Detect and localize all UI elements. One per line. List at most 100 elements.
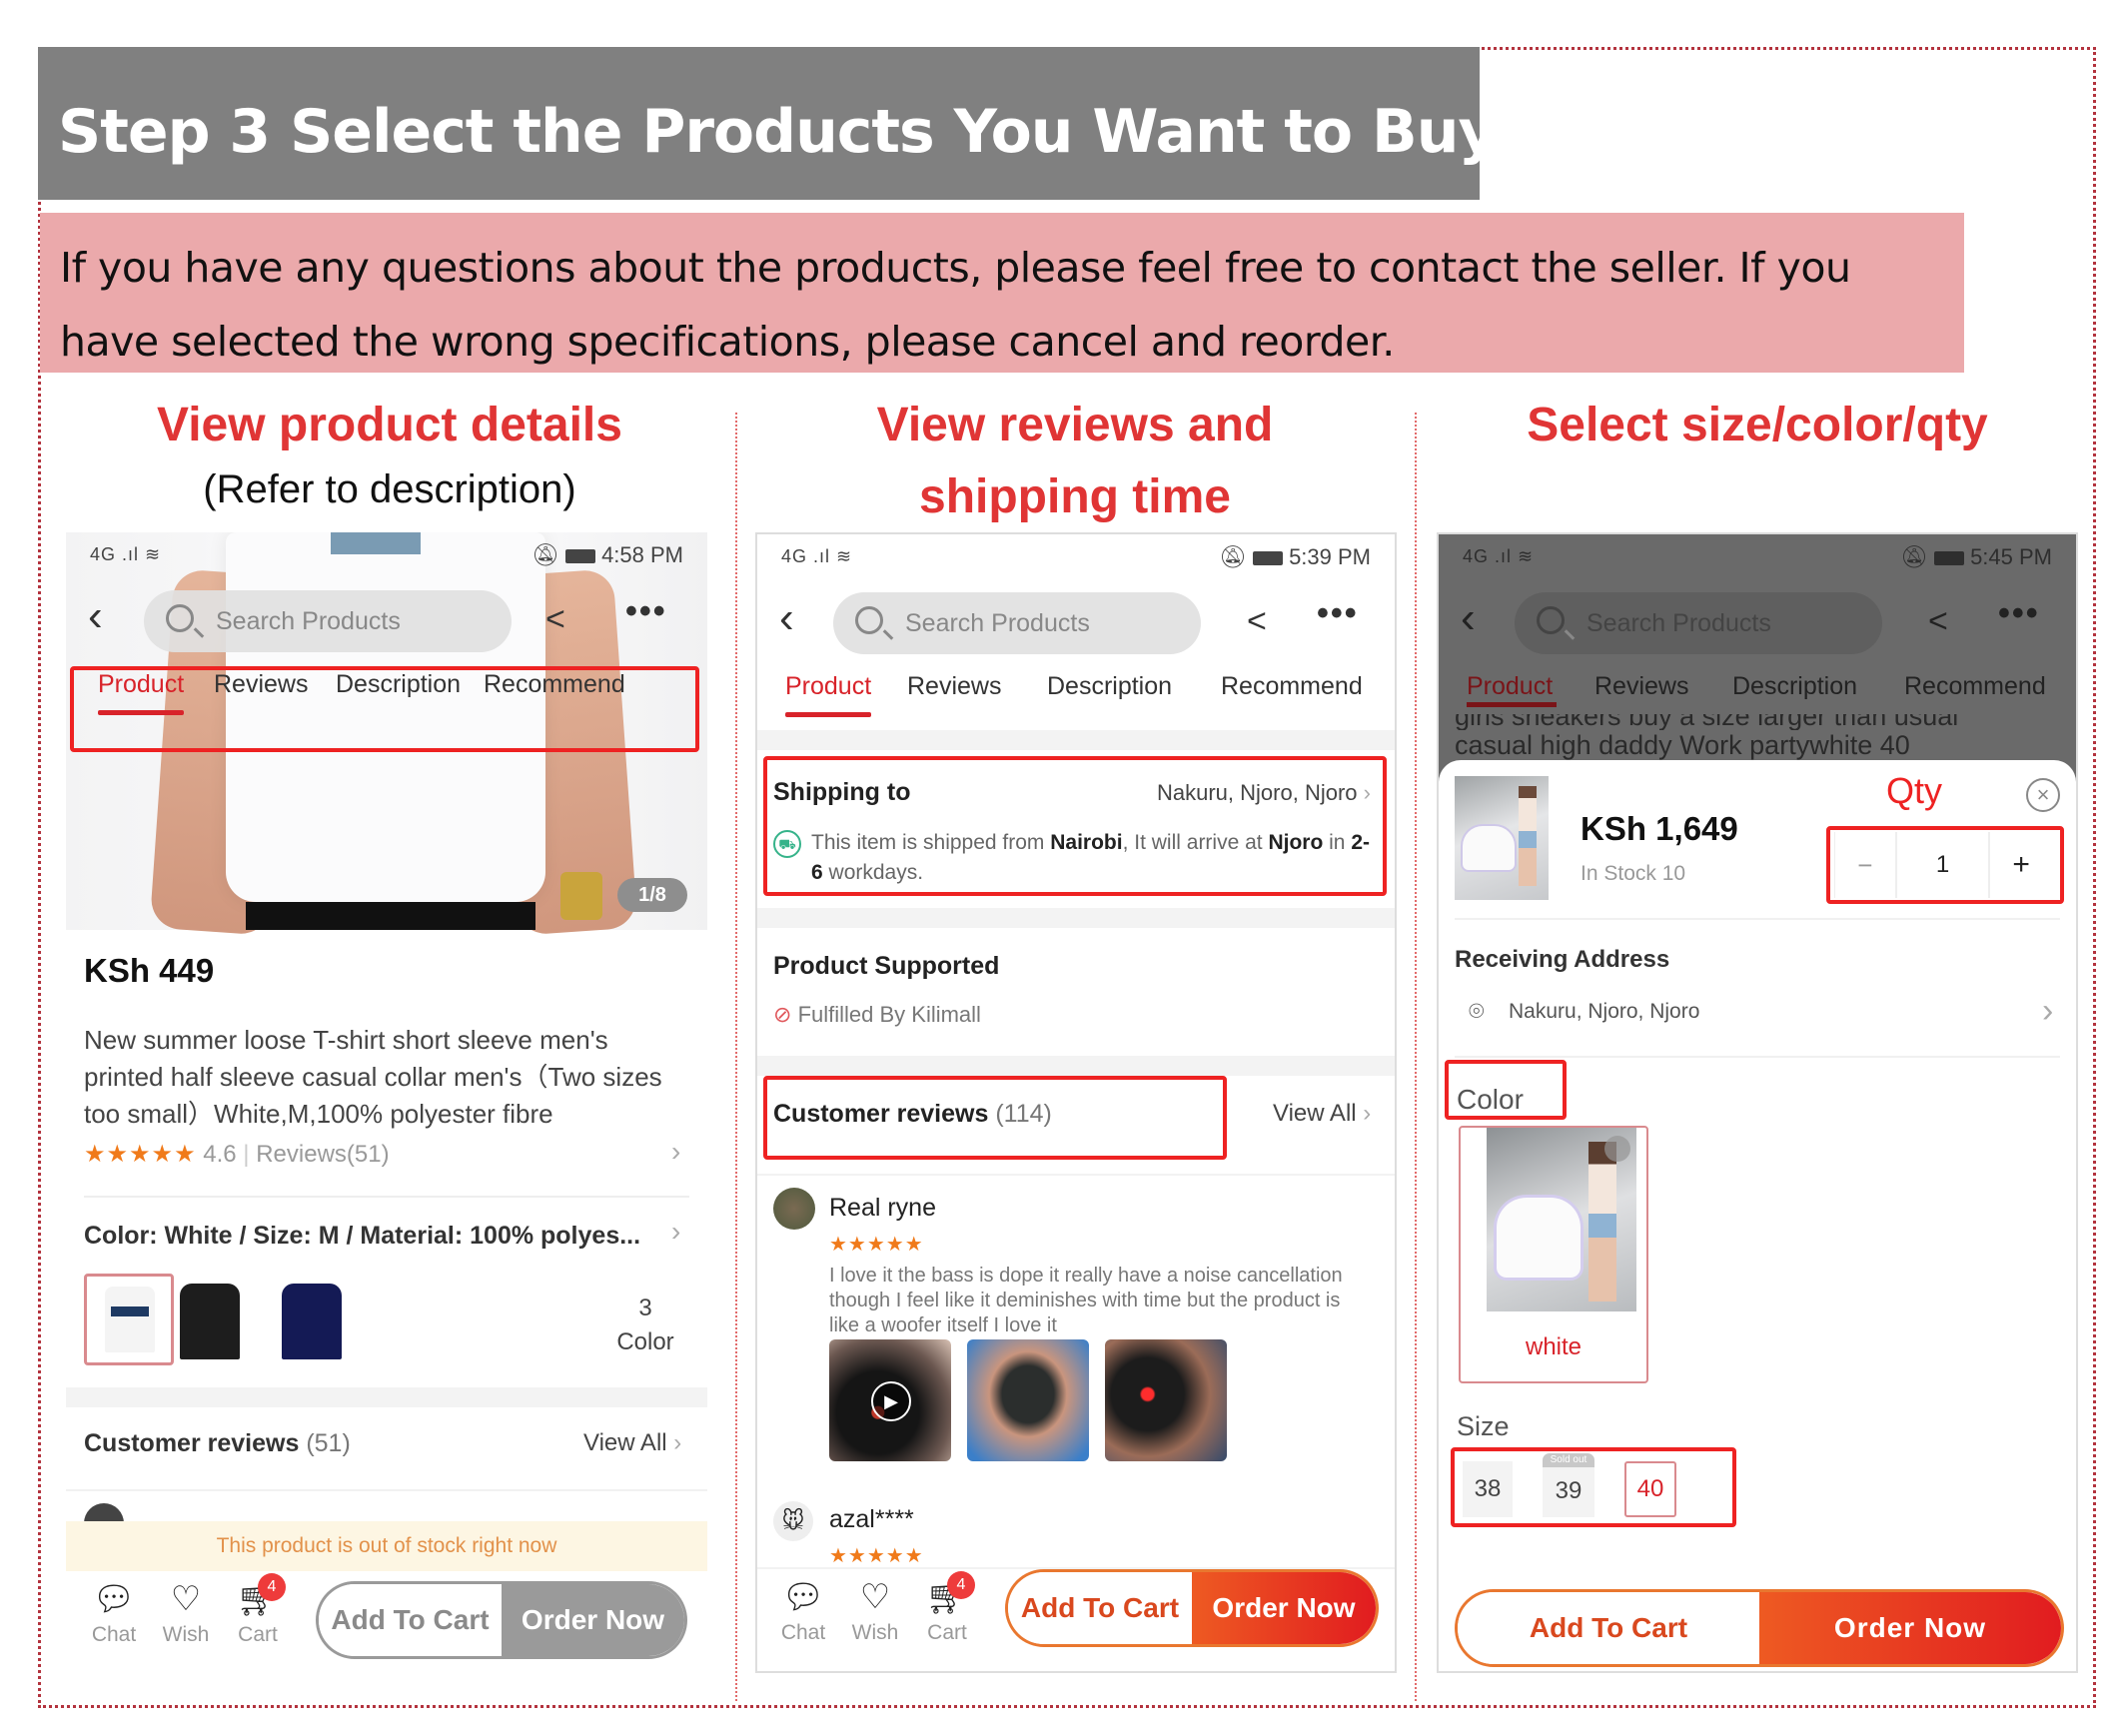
- clock: 4:58 PM: [601, 542, 683, 567]
- back-icon[interactable]: ‹: [1461, 596, 1487, 640]
- cart-button[interactable]: 🛒︎ Cart 4: [919, 1571, 975, 1645]
- view-all-label: View All: [583, 1429, 667, 1456]
- review-photo-thumbnail[interactable]: [1105, 1339, 1227, 1461]
- status-bar: 4G .ıl ≋ 🔕︎ 5:39 PM: [757, 534, 1395, 580]
- add-to-cart-button[interactable]: Add To Cart: [1458, 1592, 1759, 1664]
- status-bar: 4G .ıl ≋ 🔕︎ 4:58 PM: [66, 532, 707, 578]
- battery-icon: [565, 549, 596, 563]
- order-now-button[interactable]: Order Now: [1759, 1592, 2061, 1664]
- color-option-label: white: [1525, 1333, 1583, 1360]
- more-icon[interactable]: •••: [1317, 594, 1359, 633]
- reviewer-name: Real ryne: [829, 1194, 936, 1222]
- check-circle-icon: ⊘: [773, 1002, 792, 1027]
- tab-recommend[interactable]: Recommend: [1904, 672, 2046, 701]
- view-all-link[interactable]: View All ›: [1273, 1100, 1371, 1128]
- purchase-buttons-disabled: Add To Cart Order Now: [316, 1581, 687, 1659]
- cart-button[interactable]: 🛒︎ Cart 4: [230, 1573, 286, 1647]
- battery-icon: [1253, 551, 1284, 565]
- search-input[interactable]: Search Products: [833, 592, 1201, 654]
- separator: [757, 1174, 1395, 1176]
- product-price: KSh 449: [84, 952, 215, 989]
- tab-reviews[interactable]: Reviews: [907, 672, 1001, 701]
- review-video-thumbnail[interactable]: ▶: [829, 1339, 951, 1461]
- fulfilled-text: Fulfilled By Kilimall: [797, 1002, 981, 1027]
- signal-icon: 4G .ıl ≋: [1463, 546, 1535, 566]
- cart-label: Cart: [927, 1621, 967, 1644]
- review-photo-thumbnail[interactable]: [967, 1339, 1089, 1461]
- reviews-title: Customer reviews: [84, 1429, 300, 1457]
- share-icon[interactable]: <: [545, 600, 565, 639]
- purchase-buttons: Add To Cart Order Now: [1455, 1589, 2064, 1667]
- color-count[interactable]: 3 Color: [605, 1292, 685, 1359]
- search-icon: [166, 604, 194, 632]
- section-gap: [757, 730, 1395, 750]
- nav-bar: ‹ Search Products < •••: [757, 580, 1395, 660]
- more-icon[interactable]: •••: [1998, 594, 2040, 633]
- view-all-label: View All: [1273, 1100, 1357, 1127]
- reviews-link: Reviews(51): [256, 1141, 390, 1168]
- share-icon[interactable]: <: [1247, 602, 1267, 641]
- cart-badge: 4: [947, 1571, 975, 1599]
- tab-description[interactable]: Description: [1047, 672, 1172, 701]
- tab-reviews[interactable]: Reviews: [1594, 672, 1688, 701]
- order-now-button[interactable]: Order Now: [502, 1584, 684, 1656]
- search-icon: [1537, 606, 1565, 634]
- view-all-link[interactable]: View All ›: [583, 1429, 681, 1457]
- receiving-address[interactable]: Nakuru, Njoro, Njoro: [1509, 1000, 1699, 1024]
- color-option-navy[interactable]: [276, 1280, 346, 1359]
- rating-stars: ★★★★★: [84, 1141, 197, 1168]
- signal-icon: 4G .ıl ≋: [781, 546, 853, 566]
- search-input[interactable]: Search Products: [144, 590, 512, 652]
- color-option-black[interactable]: [174, 1280, 244, 1359]
- review-stars: ★★★★★: [829, 1545, 924, 1567]
- cart-label: Cart: [238, 1623, 278, 1646]
- tab-recommend[interactable]: Recommend: [1221, 672, 1363, 701]
- wish-button[interactable]: ♡ Wish: [847, 1577, 903, 1645]
- color-option-white[interactable]: white: [1459, 1126, 1648, 1383]
- bottom-action-bar: 💬︎ Chat ♡ Wish 🛒︎ Cart 4 Add To Cart Order N…: [66, 1571, 707, 1673]
- watch: [560, 872, 602, 920]
- add-to-cart-button[interactable]: Add To Cart: [1008, 1572, 1192, 1644]
- column-heading-reviews-line1: View reviews and: [876, 399, 1274, 451]
- battery-icon: [1934, 551, 1965, 565]
- spec-summary[interactable]: Color: White / Size: M / Material: 100% …: [84, 1222, 640, 1251]
- close-icon[interactable]: ×: [2026, 778, 2060, 812]
- wish-button[interactable]: ♡ Wish: [158, 1579, 214, 1647]
- chat-label: Chat: [91, 1623, 137, 1646]
- chevron-right-icon: ›: [671, 1136, 681, 1167]
- image-counter: 1/8: [617, 878, 687, 912]
- expand-icon[interactable]: [1604, 1136, 1630, 1162]
- color-option-white[interactable]: [84, 1274, 174, 1365]
- highlight-size: [1451, 1447, 1736, 1527]
- section-gap: [66, 1387, 707, 1407]
- separator: [1455, 918, 2060, 920]
- chat-button[interactable]: 💬︎ Chat: [86, 1579, 142, 1647]
- rating-row[interactable]: ★★★★★ 4.6 | Reviews(51): [84, 1140, 390, 1169]
- step-title-bar: Step 3 Select the Products You Want to B…: [38, 47, 1498, 200]
- chevron-right-icon[interactable]: ›: [2042, 992, 2053, 1031]
- review-stars: ★★★★★: [829, 1234, 924, 1256]
- chat-button[interactable]: 💬︎ Chat: [775, 1577, 831, 1645]
- instruction-text: If you have any questions about the prod…: [60, 244, 1851, 366]
- add-to-cart-button[interactable]: Add To Cart: [319, 1584, 502, 1656]
- tab-description[interactable]: Description: [1732, 672, 1857, 701]
- review-text: I love it the bass is dope it really hav…: [829, 1265, 1343, 1336]
- back-icon[interactable]: ‹: [88, 594, 114, 638]
- instruction-banner: If you have any questions about the prod…: [40, 213, 1964, 373]
- cart-badge: 4: [258, 1573, 286, 1601]
- more-icon[interactable]: •••: [625, 592, 667, 631]
- color-count-label: Color: [616, 1328, 674, 1355]
- search-input[interactable]: Search Products: [1515, 592, 1882, 654]
- step-title: Step 3 Select the Products You Want to B…: [58, 97, 1498, 167]
- active-tab-underline: [1467, 702, 1557, 707]
- back-icon[interactable]: ‹: [779, 596, 805, 640]
- tab-product[interactable]: Product: [785, 672, 872, 717]
- options-bottom-sheet: KSh 1,649 In Stock 10 Qty × − 1 + Receiv…: [1439, 760, 2076, 1671]
- chat-icon: 💬︎: [92, 1580, 136, 1618]
- column-heading-reviews-line2: shipping time: [919, 470, 1231, 523]
- tab-product[interactable]: Product: [1467, 672, 1553, 701]
- product-title: New summer loose T-shirt short sleeve me…: [84, 1025, 662, 1129]
- order-now-button[interactable]: Order Now: [1192, 1572, 1376, 1644]
- section-gap: [757, 1056, 1395, 1076]
- share-icon[interactable]: <: [1928, 602, 1948, 641]
